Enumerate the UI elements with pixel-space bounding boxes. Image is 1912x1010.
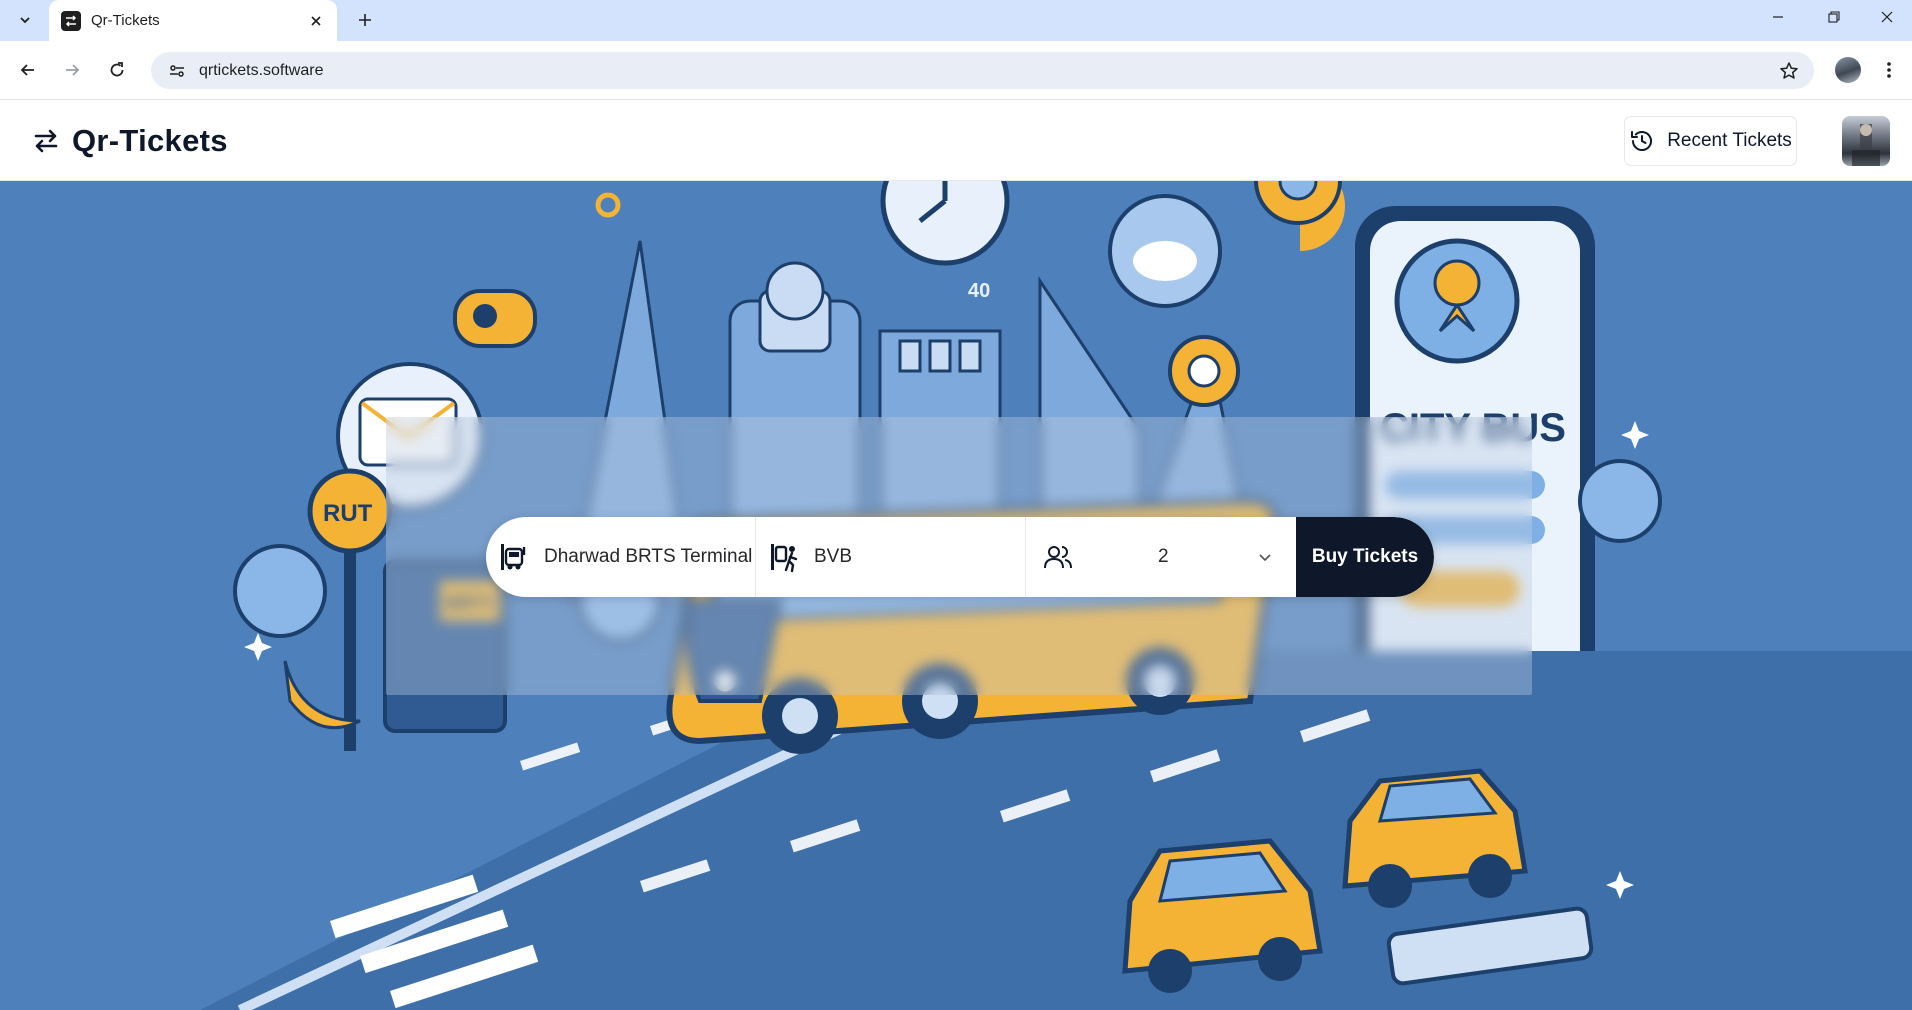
users-icon — [1040, 539, 1076, 575]
swap-arrows-icon — [30, 125, 62, 157]
history-icon — [1631, 131, 1653, 152]
reload-icon — [110, 62, 124, 77]
minimize-icon — [1773, 16, 1783, 18]
plus-icon — [359, 14, 371, 26]
more-vertical-icon — [1887, 62, 1891, 78]
passenger-count-value: 2 — [1158, 546, 1169, 567]
svg-text:RUT: RUT — [323, 500, 373, 527]
brand-link[interactable]: Qr-Tickets — [30, 121, 228, 161]
from-stop-value: Dharwad BRTS Terminal — [544, 546, 753, 567]
minimize-button[interactable] — [1750, 0, 1806, 34]
passenger-count-select[interactable]: 2 — [1026, 517, 1296, 597]
restore-button[interactable] — [1806, 0, 1862, 34]
address-bar[interactable]: qrtickets.software — [151, 52, 1814, 89]
hero-section: 40 CITY BUS RUT BRTY Dharwad BRTS Termin… — [0, 181, 1912, 1010]
arrow-right-icon — [66, 64, 80, 76]
chevron-down-icon — [1254, 546, 1276, 568]
recent-tickets-button[interactable]: Recent Tickets — [1624, 116, 1797, 166]
svg-text:40: 40 — [968, 280, 990, 302]
from-stop-field[interactable]: Dharwad BRTS Terminal — [486, 517, 756, 597]
to-stop-field[interactable]: BVB — [756, 517, 1026, 597]
reload-button[interactable] — [101, 54, 133, 86]
buy-tickets-button[interactable]: Buy Tickets — [1296, 517, 1434, 597]
to-stop-value: BVB — [814, 546, 853, 567]
browser-menu-button[interactable] — [1874, 55, 1904, 85]
arrow-left-icon — [20, 64, 34, 76]
browser-tab[interactable]: Qr-Tickets — [49, 0, 337, 41]
url-text: qrtickets.software — [199, 61, 324, 79]
tab-search-button[interactable] — [10, 5, 40, 35]
qr-tickets-favicon-icon — [61, 10, 81, 31]
browser-tab-bar: Qr-Tickets — [0, 0, 1912, 41]
recent-tickets-label: Recent Tickets — [1667, 130, 1792, 151]
browser-toolbar: qrtickets.software — [0, 41, 1912, 100]
new-tab-button[interactable] — [350, 5, 380, 35]
tab-close-icon[interactable] — [305, 10, 327, 32]
bookmark-star-icon[interactable] — [1774, 56, 1804, 86]
ticket-search-bar: Dharwad BRTS Terminal BVB 2 Buy Tickets — [486, 517, 1434, 597]
chevron-down-icon — [20, 17, 30, 24]
app-header: Qr-Tickets Recent Tickets — [0, 101, 1912, 181]
person-at-bus-stop-icon — [766, 539, 802, 575]
close-window-button[interactable] — [1862, 0, 1912, 34]
back-button[interactable] — [12, 54, 44, 86]
tab-title: Qr-Tickets — [91, 12, 160, 29]
restore-icon — [1828, 11, 1840, 23]
browser-profile-avatar[interactable] — [1835, 57, 1861, 83]
brand-name: Qr-Tickets — [72, 123, 228, 158]
site-info-icon[interactable] — [165, 59, 189, 83]
close-icon — [1881, 11, 1893, 23]
bus-stop-icon — [496, 539, 532, 575]
forward-button[interactable] — [56, 54, 88, 86]
user-avatar[interactable] — [1842, 116, 1890, 166]
